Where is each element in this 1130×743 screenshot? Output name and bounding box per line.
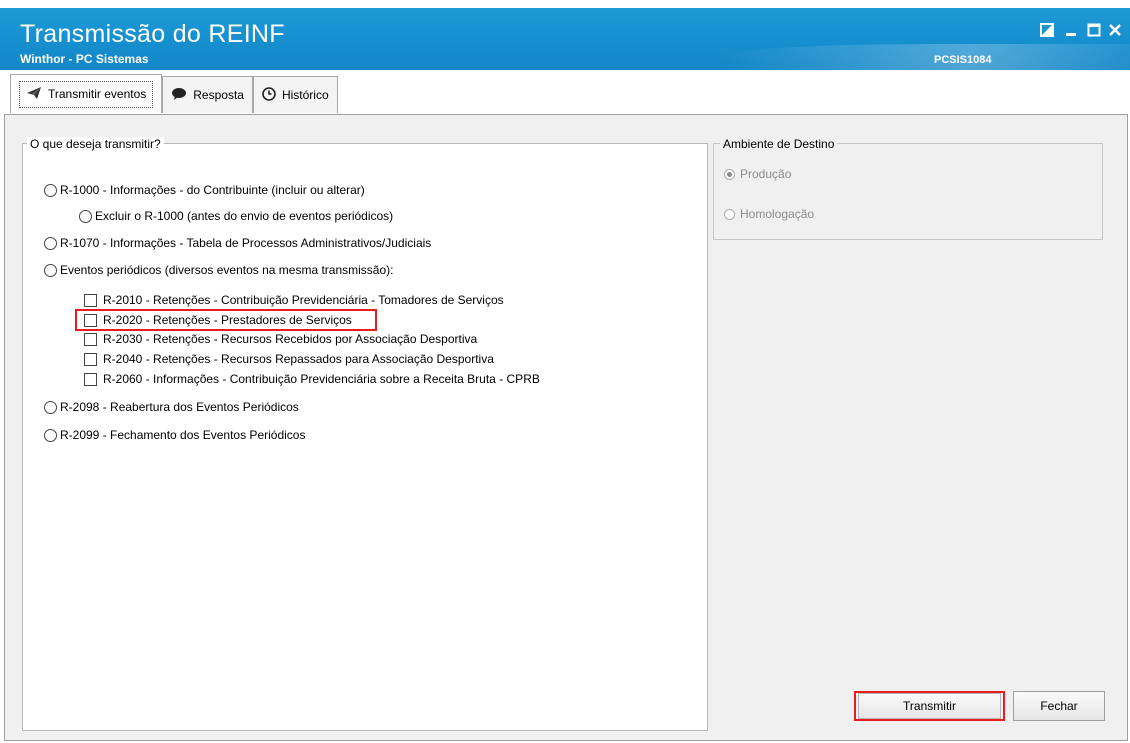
checkbox-r2010[interactable]: R-2010 - Retenções - Contribuição Previd… [84,293,504,307]
radio-button-disabled [724,168,735,180]
transmitir-button[interactable]: Transmitir [858,693,1001,719]
checkbox-label: R-2010 - Retenções - Contribuição Previd… [103,293,504,307]
window-title: Transmissão do REINF [20,20,285,48]
radio-r2099[interactable]: R-2099 - Fechamento dos Eventos Periódic… [44,428,305,442]
radio-button-disabled [724,208,735,220]
radio-button[interactable] [44,400,57,414]
radio-r1000-excluir[interactable]: Excluir o R-1000 (antes do envio de even… [79,209,393,223]
radio-label: R-2098 - Reabertura dos Eventos Periódic… [60,400,299,414]
checkbox[interactable] [84,352,97,366]
group-legend: Ambiente de Destino [720,137,838,151]
checkbox-r2040[interactable]: R-2040 - Retenções - Recursos Repassados… [84,352,494,366]
tab-historico[interactable]: Histórico [252,76,338,113]
radio-button[interactable] [44,428,57,442]
radio-button[interactable] [44,236,57,250]
tab-label: Resposta [193,88,244,102]
checkbox-r2030[interactable]: R-2030 - Retenções - Recursos Recebidos … [84,332,477,346]
maximize-icon[interactable] [1083,20,1105,40]
tab-transmitir-eventos[interactable]: Transmitir eventos [10,74,163,113]
tab-resposta[interactable]: Resposta [162,76,253,113]
radio-homologacao: Homologação [724,207,814,221]
checkbox-label: R-2030 - Retenções - Recursos Recebidos … [103,332,478,346]
ambiente-destino-group: Ambiente de Destino [713,137,1103,240]
checkbox-label: R-2060 - Informações - Contribuição Prev… [103,372,540,386]
radio-eventos-periodicos[interactable]: Eventos periódicos (diversos eventos na … [44,263,393,277]
tab-label: Transmitir eventos [48,87,147,101]
paper-plane-icon [26,86,42,103]
checkbox-label: R-2040 - Retenções - Recursos Repassados… [103,352,494,366]
speech-bubble-icon [171,87,187,104]
radio-button[interactable] [44,183,57,197]
checkbox[interactable] [84,293,97,307]
radio-label: Homologação [740,207,815,221]
checkbox[interactable] [84,372,97,386]
radio-button[interactable] [44,263,57,277]
clock-icon [262,86,276,104]
radio-button[interactable] [79,209,92,223]
reinf-window: Transmissão do REINF Winthor - PC Sistem… [0,0,1130,743]
tab-strip: Transmitir eventos Resposta Histórico [10,74,338,114]
radio-label: Excluir o R-1000 (antes do envio de even… [95,209,394,223]
title-bar-decoration [720,44,1130,70]
checkbox-r2060[interactable]: R-2060 - Informações - Contribuição Prev… [84,372,540,386]
radio-r2098[interactable]: R-2098 - Reabertura dos Eventos Periódic… [44,400,299,414]
radio-r1070[interactable]: R-1070 - Informações - Tabela de Process… [44,236,431,250]
radio-label: R-2099 - Fechamento dos Eventos Periódic… [60,428,306,442]
restore-icon[interactable] [1036,20,1058,40]
radio-label: Eventos periódicos (diversos eventos na … [60,263,394,277]
group-legend: O que deseja transmitir? [27,137,164,151]
minimize-icon[interactable] [1060,20,1082,40]
title-bar: Transmissão do REINF Winthor - PC Sistem… [0,8,1130,70]
radio-label: R-1000 - Informações - do Contribuinte (… [60,183,365,197]
radio-r1000[interactable]: R-1000 - Informações - do Contribuinte (… [44,183,365,197]
window-subtitle: Winthor - PC Sistemas [20,52,149,66]
radio-label: R-1070 - Informações - Tabela de Process… [60,236,432,250]
routine-code: PCSIS1084 [934,54,992,66]
fechar-button[interactable]: Fechar [1013,691,1105,721]
tab-label: Histórico [281,88,329,102]
radio-producao: Produção [724,167,791,181]
r2020-highlight-box [75,309,377,331]
close-icon[interactable] [1104,20,1126,40]
radio-label: Produção [740,167,792,181]
checkbox[interactable] [84,332,97,346]
